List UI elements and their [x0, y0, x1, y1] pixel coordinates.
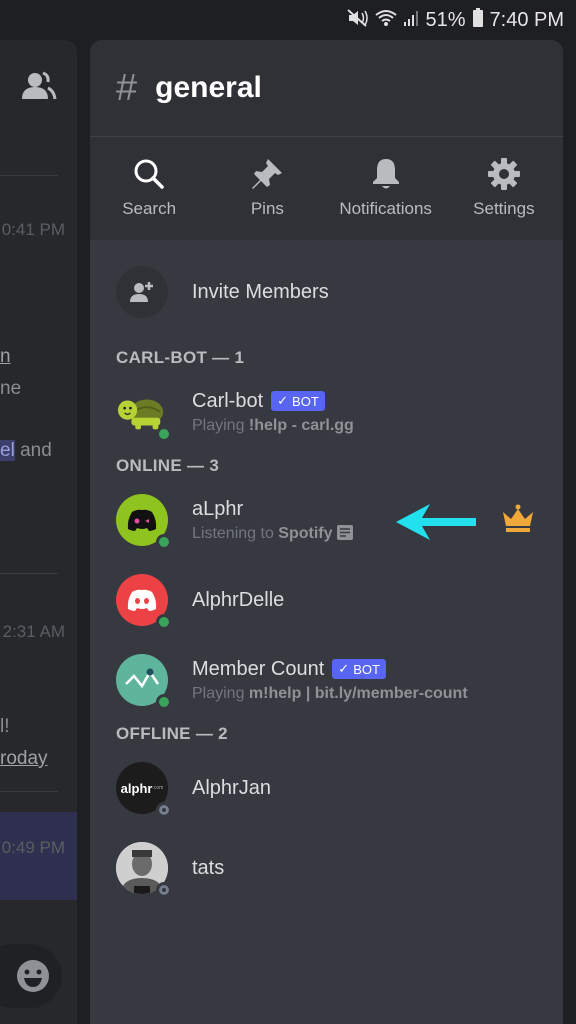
chat-header	[0, 40, 77, 136]
message-fragment: l!	[0, 716, 10, 737]
section-header-online: ONLINE — 3	[116, 456, 220, 475]
channel-name: general	[155, 71, 262, 104]
search-icon	[134, 159, 164, 189]
avatar	[116, 386, 172, 442]
avatar	[116, 654, 172, 710]
pins-button[interactable]: Pins	[208, 137, 326, 239]
rich-presence-icon	[336, 524, 353, 540]
signal-icon	[403, 9, 419, 32]
member-count-logo-icon	[125, 668, 160, 689]
message-fragment: el and	[0, 440, 52, 461]
avatar-text: alphr	[120, 780, 153, 796]
status-offline-icon	[156, 802, 172, 818]
search-label: Search	[122, 199, 177, 218]
pin-icon	[252, 159, 283, 189]
member-name: tats	[192, 856, 225, 879]
member-name: AlphrJan	[192, 776, 271, 799]
message-fragment[interactable]: roday	[0, 748, 48, 770]
member-name: Member Count	[192, 657, 325, 680]
member-row[interactable]: Carl-bot ✓ BOT Playing !help - carl.gg	[116, 372, 537, 452]
members-toggle-icon[interactable]	[21, 71, 57, 106]
discord-logo-icon	[127, 509, 157, 531]
member-row[interactable]: AlphrDelle	[116, 560, 537, 640]
battery-icon	[472, 7, 484, 33]
settings-label: Settings	[473, 199, 535, 218]
status-online-icon	[156, 614, 172, 630]
bell-icon	[372, 159, 399, 189]
mute-icon	[347, 8, 369, 32]
smiley-icon	[17, 960, 49, 992]
avatar	[116, 494, 172, 550]
discord-logo-icon	[127, 589, 157, 611]
channel-toolbar: Search Pins Notifications Settings	[90, 137, 563, 239]
chat-pane-background: 0:41 PM n ne el and 2:31 AM l! roday 0:4…	[0, 40, 77, 1024]
divider	[0, 791, 58, 792]
avatar: alphr .com	[116, 762, 172, 818]
screen-edge	[563, 40, 576, 1024]
invite-members-label: Invite Members	[192, 280, 329, 303]
check-icon: ✓	[338, 661, 350, 676]
section-header-carl-bot: CARL-BOT — 1	[116, 348, 245, 367]
invite-members-button[interactable]: Invite Members	[116, 240, 537, 344]
avatar	[116, 842, 172, 898]
channel-title: # general	[90, 40, 563, 137]
member-activity: Playing m!help | bit.ly/member-count	[192, 684, 468, 702]
message-timestamp: 0:49 PM	[1, 838, 65, 857]
message-fragment: ne	[0, 378, 22, 399]
member-row[interactable]: alphr .com AlphrJan	[116, 748, 537, 828]
member-activity: Playing !help - carl.gg	[192, 416, 354, 434]
message-fragment[interactable]: n	[0, 346, 11, 368]
avatar	[116, 574, 172, 630]
message-timestamp: 2:31 AM	[2, 622, 65, 641]
settings-button[interactable]: Settings	[445, 137, 563, 239]
member-list: Invite Members CARL-BOT — 1 Carl-bot ✓ BO…	[90, 240, 563, 908]
member-name: aLphr	[192, 497, 244, 520]
clock: 7:40 PM	[489, 8, 564, 31]
annotation-arrow-icon	[396, 504, 476, 540]
notifications-button[interactable]: Notifications	[327, 137, 445, 239]
battery-percent: 51%	[425, 8, 466, 31]
member-name: AlphrDelle	[192, 588, 285, 611]
bot-badge: ✓ BOT	[271, 391, 325, 411]
message-timestamp: 0:41 PM	[1, 220, 65, 239]
status-online-icon	[156, 694, 172, 710]
status-online-icon	[156, 426, 172, 442]
member-row[interactable]: Member Count ✓ BOT Playing m!help | bit.l…	[116, 640, 537, 720]
hash-icon: #	[116, 66, 138, 109]
section-header-offline: OFFLINE — 2	[116, 724, 228, 743]
member-row[interactable]: tats	[116, 828, 537, 908]
member-activity: Listening to Spotify	[192, 524, 353, 543]
notifications-label: Notifications	[339, 199, 432, 218]
pins-label: Pins	[250, 199, 284, 218]
channel-members-pane: # general Search Pins Notifications Sett…	[90, 40, 563, 1024]
status-online-icon	[156, 534, 172, 550]
search-button[interactable]: Search	[90, 137, 208, 239]
divider	[0, 175, 58, 176]
status-offline-icon	[156, 882, 172, 898]
check-icon: ✓	[277, 393, 289, 408]
gear-icon	[487, 158, 520, 190]
wifi-icon	[375, 9, 398, 32]
add-user-icon	[116, 266, 168, 318]
status-bar: 51% 7:40 PM	[0, 0, 576, 40]
emoji-button[interactable]	[0, 944, 62, 1008]
member-row[interactable]: aLphr Listening to Spotify	[116, 480, 537, 560]
bot-badge: ✓ BOT	[332, 659, 386, 679]
channel-header: # general Search Pins Notifications Sett…	[90, 40, 563, 240]
owner-crown-icon	[503, 504, 533, 532]
member-name: Carl-bot	[192, 389, 264, 412]
divider	[0, 573, 58, 574]
